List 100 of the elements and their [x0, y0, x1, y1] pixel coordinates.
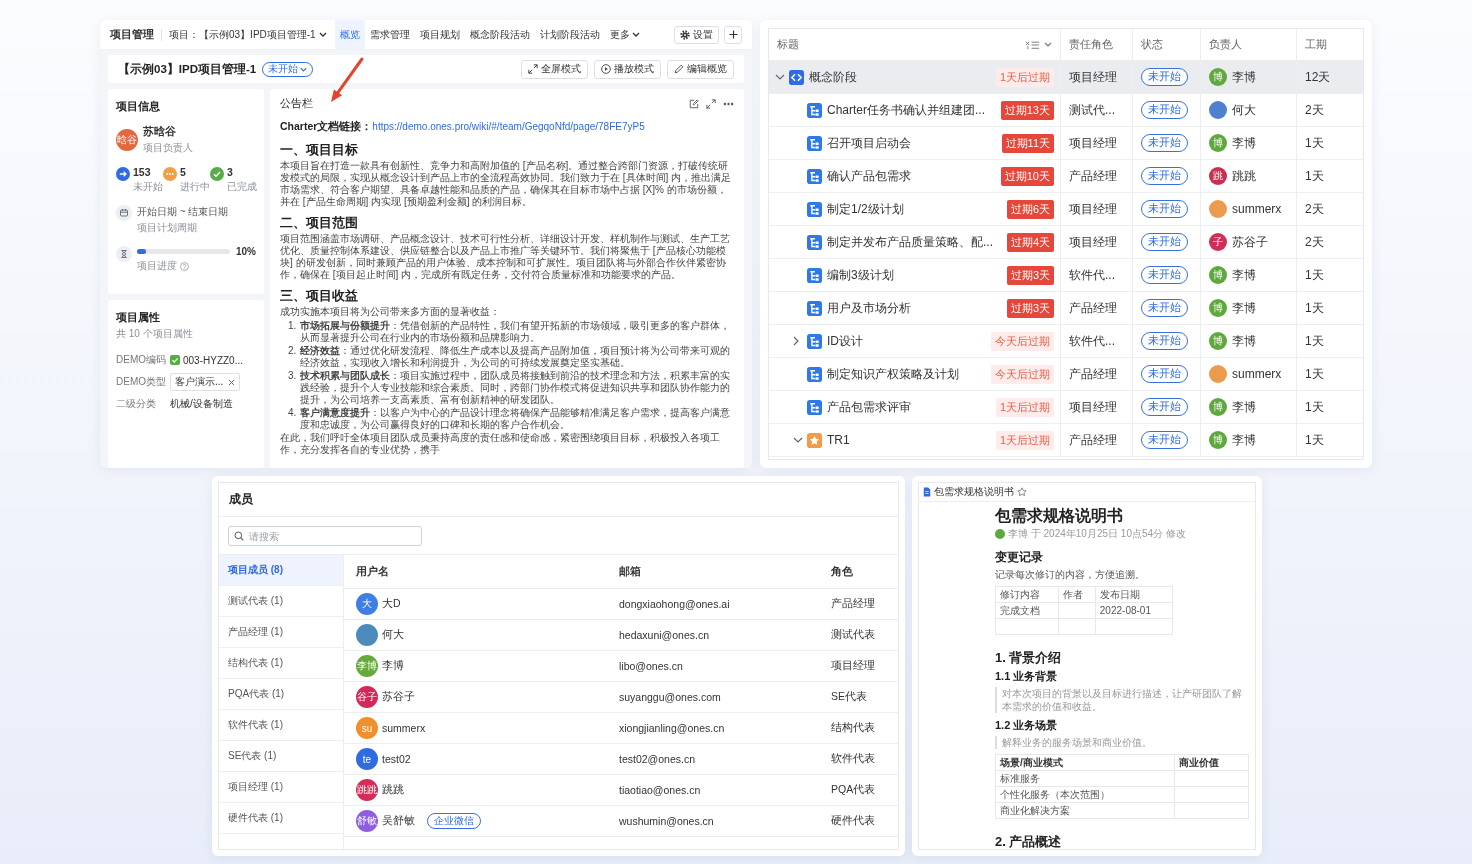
column-header: 负责人 — [1209, 37, 1242, 52]
star-icon — [807, 432, 822, 448]
group-item[interactable]: SE代表 (1) — [219, 741, 343, 772]
hierarchy-icon — [807, 135, 822, 151]
assignee-name: 李博 — [1232, 299, 1256, 317]
task-title: 制定知识产权策略及计划 — [827, 365, 959, 383]
progress-caption: 项目进度 — [137, 259, 177, 273]
group-item[interactable]: 软件代表 (1) — [219, 710, 343, 741]
sort-icon[interactable] — [1025, 39, 1040, 50]
task-row[interactable]: 用户及市场分析 过期3天 产品经理 未开始 博 李博 1天 — [769, 292, 1363, 325]
table-cell: 完成文档 — [995, 602, 1059, 619]
task-row[interactable]: 产品包需求评审 1天后过期 项目经理 未开始 博 李博 1天 — [769, 391, 1363, 424]
task-title: 用户及市场分析 — [827, 299, 911, 317]
table-cell: 标准服务 — [995, 770, 1175, 787]
star-icon[interactable] — [1017, 487, 1027, 497]
caret-icon[interactable] — [1044, 42, 1052, 47]
hierarchy-icon — [807, 366, 822, 382]
nav-tab[interactable]: 需求管理 — [364, 20, 415, 49]
hierarchy-icon — [807, 168, 822, 184]
due-badge: 今天后过期 — [991, 331, 1054, 351]
group-item[interactable]: 硬件代表 (1) — [219, 803, 343, 834]
stat-label: 进行中 — [180, 180, 210, 194]
status-badge: 未开始 — [1141, 365, 1188, 383]
search-field[interactable]: 请搜索 — [228, 526, 422, 546]
assignee-name: 李博 — [1232, 68, 1256, 86]
due-badge: 过期4天 — [1006, 232, 1054, 252]
group-item[interactable]: 项目成员 (8) — [219, 555, 343, 586]
chevron-down-icon[interactable] — [793, 437, 803, 443]
group-item[interactable]: 产品经理 (1) — [219, 617, 343, 648]
task-row[interactable]: 制定并发布产品质量策略、配... 过期4天 项目经理 未开始 子 苏谷子 2天 — [769, 226, 1363, 259]
table-cell: 商业化解决方案 — [995, 802, 1175, 819]
task-row[interactable]: 制定1/2级计划 过期6天 项目经理 未开始 summerx 2天 — [769, 193, 1363, 226]
task-title: 召开项目启动会 — [827, 134, 911, 152]
member-role: 软件代表 — [831, 752, 875, 766]
task-row[interactable]: ID设计 今天后过期 软件代... 未开始 博 李博 1天 — [769, 325, 1363, 358]
task-title: 概念阶段 — [809, 68, 857, 86]
role-text: 产品经理 — [1069, 431, 1117, 449]
column-header: 状态 — [1141, 37, 1163, 52]
expand-icon[interactable] — [706, 99, 716, 109]
user-avatar: 子 — [1209, 233, 1227, 251]
assignee-name: summerx — [1232, 202, 1282, 216]
paragraph: 本项目旨在打造一款具有创新性、竞争力和高附加值的 [产品名称]。通过整合跨部门资源，打破传统研发模式的局限，实现从概念设计到产品上市的全流程高效协同。我们致力于在 [具体时间] 内，推出满足市场需求、符合客户期望、具备卓越性能和品质的产品，确保其在目标市场中占据 [X]% 的市场份额，并在 [产品生命周期] 内实现 [预期盈利金额] 的利润目标。 — [280, 160, 733, 208]
column-header: 工期 — [1305, 37, 1327, 52]
column-header: 标题 — [777, 37, 799, 52]
subsection-heading: 1.1 业务背景 — [995, 669, 1058, 684]
task-title: 制定1/2级计划 — [827, 200, 904, 218]
tag-chip[interactable]: 客户演示... — [170, 373, 241, 391]
member-email: hedaxuni@ones.cn — [619, 629, 710, 641]
member-email: tiaotiao@ones.cn — [619, 784, 701, 796]
caret-icon — [300, 66, 308, 72]
role-text: 产品经理 — [1069, 299, 1117, 317]
task-row[interactable]: 编制3级计划 过期3天 软件代... 未开始 博 李博 1天 — [769, 259, 1363, 292]
hierarchy-icon — [807, 399, 822, 415]
play-mode-button[interactable]: 播放模式 — [594, 59, 661, 79]
task-row[interactable]: 概念阶段 1天后过期 项目经理 未开始 博 李博 12天 — [769, 61, 1363, 94]
date-range: 开始日期 ~ 结束日期 — [137, 205, 229, 219]
nav-tab[interactable]: 项目规划 — [414, 20, 465, 49]
more-icon[interactable] — [723, 102, 734, 106]
field-label: DEMO编码 — [116, 353, 166, 367]
document-link[interactable]: https://demo.ones.pro/wiki/#/team/GegqoNfd/page/78FE7yP5 — [372, 121, 645, 132]
edit-icon[interactable] — [689, 99, 699, 109]
group-item[interactable]: 项目经理 (1) — [219, 772, 343, 803]
project-selector[interactable]: 项目：【示例03】IPD项目管理-1 — [169, 27, 327, 42]
settings-button[interactable]: 设置 — [674, 25, 719, 44]
fullscreen-button[interactable]: 全屏模式 — [521, 59, 588, 79]
status-dropdown[interactable]: 未开始 — [262, 61, 314, 77]
quote-text: 解释业务的服务场景和商业价值。 — [995, 736, 1152, 749]
chevron-down-icon[interactable] — [775, 74, 785, 80]
user-avatar: 谷子 — [356, 686, 378, 708]
task-row[interactable]: 制定知识产权策略及计划 今天后过期 产品经理 未开始 summerx 1天 — [769, 358, 1363, 391]
task-row[interactable]: 确认产品包需求 过期10天 产品经理 未开始 跳 跳跳 1天 — [769, 160, 1363, 193]
calendar-icon — [116, 205, 132, 221]
table-cell: 作者 — [1058, 586, 1096, 603]
task-row[interactable]: Charter任务书确认并组建团... 过期13天 测试代... 未开始 何大 2天 — [769, 94, 1363, 127]
chevron-right-icon[interactable] — [793, 336, 799, 346]
group-item[interactable]: 结构代表 (1) — [219, 648, 343, 679]
nav-tab[interactable]: 计划阶段活动 — [534, 20, 605, 49]
section-heading: 二、项目范围 — [280, 214, 358, 231]
add-button[interactable] — [724, 25, 742, 44]
nav-tab[interactable]: 更多 — [604, 20, 645, 49]
hourglass-icon — [116, 246, 132, 262]
task-title: 产品包需求评审 — [827, 398, 911, 416]
task-row[interactable]: TR1 1天后过期 产品经理 未开始 博 李博 1天 — [769, 424, 1363, 457]
owner-name: 苏晗谷 — [143, 125, 176, 139]
edit-button[interactable]: 编辑概览 — [667, 59, 734, 79]
paragraph: 记录每次修订的内容，方便追溯。 — [995, 568, 1145, 581]
table-cell: 发布日期 — [1095, 586, 1173, 603]
member-name: 苏谷子 — [382, 690, 415, 704]
duration-text: 1天 — [1305, 398, 1324, 416]
nav-tab[interactable]: 概念阶段活动 — [464, 20, 535, 49]
remove-icon[interactable] — [228, 378, 236, 386]
task-row[interactable]: 召开项目启动会 过期11天 项目经理 未开始 博 李博 1天 — [769, 127, 1363, 160]
group-item[interactable]: PQA代表 (1) — [219, 679, 343, 710]
document-tab-title[interactable]: 包需求规格说明书 — [934, 485, 1014, 499]
role-text: 项目经理 — [1069, 134, 1117, 152]
role-text: 项目经理 — [1069, 398, 1117, 416]
duration-text: 12天 — [1305, 68, 1331, 86]
group-item[interactable]: 测试代表 (1) — [219, 586, 343, 617]
nav-tab[interactable]: 概览 — [334, 20, 365, 49]
status-badge: 未开始 — [1141, 167, 1188, 185]
